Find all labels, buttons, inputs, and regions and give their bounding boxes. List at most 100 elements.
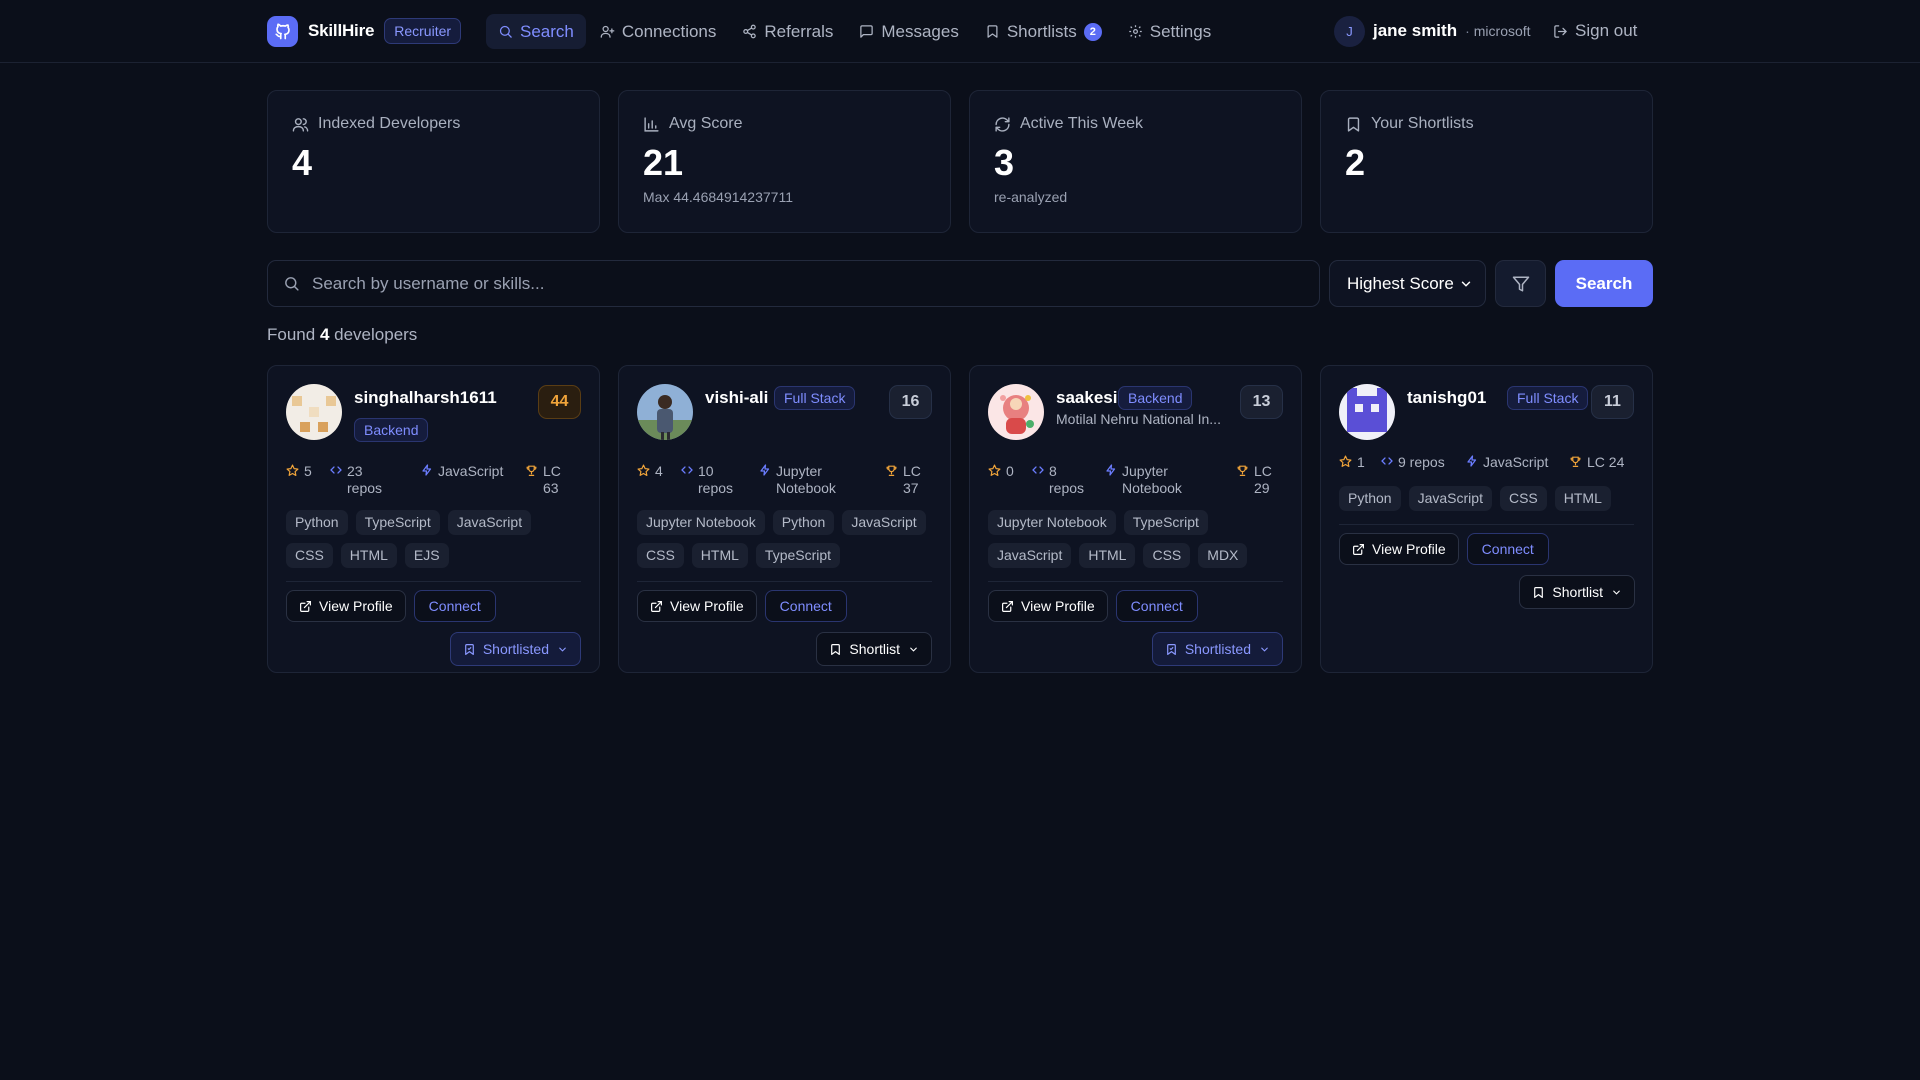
top-language: JavaScript: [438, 463, 504, 479]
skill-tags: Python TypeScript JavaScript CSS HTML EJ…: [286, 510, 584, 576]
nav-messages[interactable]: Messages: [847, 14, 970, 49]
top-language: Jupyter Notebook: [1122, 463, 1182, 496]
leetcode-count: LC 63: [543, 463, 561, 496]
skill-tag: HTML: [340, 543, 397, 568]
connect-button[interactable]: Connect: [413, 590, 496, 622]
nav-shortlists[interactable]: Shortlists 2: [973, 14, 1114, 49]
code-icon: [330, 464, 342, 476]
nav-search[interactable]: Search: [486, 14, 586, 49]
trophy-icon: [1569, 455, 1582, 468]
role-badge: Backend: [1118, 386, 1193, 410]
repos-count: 9 repos: [1398, 454, 1445, 470]
brand[interactable]: SkillHire Recruiter: [267, 15, 462, 47]
stat-card-shortlists: Your Shortlists 2: [1320, 90, 1653, 233]
nav-connections[interactable]: Connections: [588, 14, 729, 49]
skill-tags: Jupyter Notebook Python JavaScript CSS H…: [637, 510, 935, 576]
user-separator: ·: [1465, 23, 1470, 39]
chevron-down-icon: [908, 644, 919, 655]
stat-label: Your Shortlists: [1371, 115, 1474, 132]
nav-settings[interactable]: Settings: [1116, 14, 1223, 49]
search-button[interactable]: Search: [1555, 260, 1653, 307]
bookmark-icon: [463, 643, 476, 656]
developer-username[interactable]: saakesi: [1056, 388, 1117, 408]
view-profile-button[interactable]: View Profile: [286, 590, 406, 622]
shortlist-button[interactable]: Shortlist: [1519, 575, 1635, 609]
results-prefix: Found: [267, 325, 316, 344]
star-icon: [637, 464, 650, 477]
score-badge: 16: [889, 385, 932, 419]
zap-icon: [759, 464, 771, 476]
message-icon: [859, 24, 874, 39]
avatar[interactable]: [637, 384, 693, 440]
trophy-icon: [885, 464, 898, 477]
score-badge: 44: [538, 385, 581, 419]
developer-username[interactable]: singhalharsh1611: [354, 388, 497, 408]
code-icon: [1381, 455, 1393, 467]
role-badge: Full Stack: [774, 386, 856, 410]
developer-subtitle: Motilal Nehru National In...: [1056, 411, 1221, 427]
code-icon: [681, 464, 693, 476]
skill-tag: Python: [286, 510, 348, 535]
shortlist-button[interactable]: Shortlisted: [1151, 632, 1283, 666]
metrics-row: 4 10 repos Jupyter Notebook LC 37: [637, 463, 932, 497]
skill-tag: CSS: [1143, 543, 1191, 568]
avatar: J: [1334, 15, 1365, 47]
stat-label: Active This Week: [1020, 115, 1144, 132]
divider: [1339, 524, 1634, 525]
view-profile-label: View Profile: [1372, 541, 1446, 557]
view-profile-button[interactable]: View Profile: [1339, 533, 1459, 565]
stat-value: 4: [292, 142, 313, 183]
connect-button[interactable]: Connect: [1115, 590, 1198, 622]
leetcode-count: LC 29: [1254, 463, 1272, 496]
sign-out-button[interactable]: Sign out: [1553, 15, 1637, 47]
view-profile-button[interactable]: View Profile: [988, 590, 1108, 622]
top-language: Jupyter Notebook: [776, 463, 836, 496]
shortlist-button[interactable]: Shortlisted: [449, 632, 581, 666]
skill-tags: Python JavaScript CSS HTML: [1339, 486, 1637, 519]
score-badge: 11: [1591, 385, 1634, 419]
skill-tag: MDX: [1198, 543, 1248, 568]
avatar[interactable]: [988, 384, 1044, 440]
skill-tag: EJS: [404, 543, 449, 568]
sort-select-value: Highest Score: [1347, 273, 1454, 293]
developer-username[interactable]: tanishg01: [1407, 388, 1486, 408]
brand-name: SkillHire: [308, 21, 375, 40]
developer-username[interactable]: vishi-ali: [705, 388, 768, 408]
skill-tag: TypeScript: [1123, 510, 1208, 535]
sign-out-label: Sign out: [1575, 21, 1638, 40]
filter-icon: [1512, 275, 1530, 293]
filter-button[interactable]: [1495, 260, 1546, 307]
connect-button[interactable]: Connect: [764, 590, 847, 622]
nav-referrals[interactable]: Referrals: [730, 14, 845, 49]
avatar[interactable]: [1339, 384, 1395, 440]
user-menu[interactable]: J jane smith · microsoft: [1334, 15, 1531, 47]
results-number: 4: [319, 325, 330, 344]
skill-tag: JavaScript: [1408, 486, 1492, 511]
code-icon: [1032, 464, 1044, 476]
user-company: microsoft: [1473, 23, 1531, 39]
shortlist-button[interactable]: Shortlist: [816, 632, 932, 666]
metrics-row: 1 9 repos JavaScript LC 24: [1339, 454, 1634, 471]
view-profile-label: View Profile: [1021, 598, 1095, 614]
main-nav: Search Connections Referrals Messages Sh…: [486, 14, 1225, 49]
connect-button[interactable]: Connect: [1466, 533, 1549, 565]
results-suffix: developers: [334, 325, 418, 344]
bookmark-icon: [985, 24, 1000, 39]
developer-card: vishi-ali Full Stack 16 4 10 repos Jupyt…: [618, 365, 951, 673]
refresh-icon: [994, 116, 1011, 133]
external-link-icon: [650, 600, 663, 613]
star-icon: [286, 464, 299, 477]
score-badge: 13: [1240, 385, 1283, 419]
stat-value: 3: [994, 142, 1015, 183]
shortlist-label: Shortlist: [1552, 584, 1603, 600]
view-profile-button[interactable]: View Profile: [637, 590, 757, 622]
stat-card-avg-score: Avg Score 21 Max 44.4684914237711: [618, 90, 951, 233]
skill-tag: CSS: [1499, 486, 1547, 511]
zap-icon: [1105, 464, 1117, 476]
sort-select[interactable]: Highest Score: [1329, 260, 1486, 307]
repos-count: 8 repos: [1049, 463, 1085, 496]
avatar[interactable]: [286, 384, 342, 440]
leetcode-count: LC 37: [903, 463, 921, 496]
skill-tag: CSS: [637, 543, 684, 568]
search-input[interactable]: [312, 273, 1292, 294]
